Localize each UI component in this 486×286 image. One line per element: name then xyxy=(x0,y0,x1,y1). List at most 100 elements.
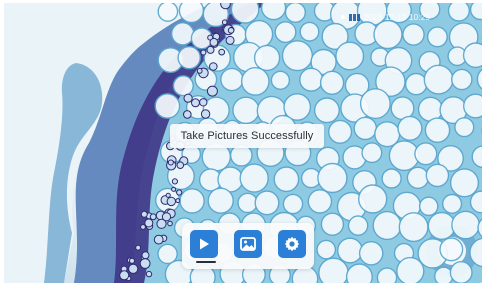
cell xyxy=(454,117,475,138)
small-cell xyxy=(200,109,211,119)
active-indicator xyxy=(196,261,216,263)
cell xyxy=(172,75,194,97)
indicator-dot xyxy=(340,15,345,19)
cell xyxy=(317,162,348,194)
small-cell xyxy=(128,263,139,274)
cell xyxy=(273,166,300,193)
cell xyxy=(179,188,205,214)
cell xyxy=(353,116,378,141)
cell xyxy=(335,41,365,71)
small-cell xyxy=(149,213,157,221)
cell xyxy=(361,142,383,164)
cell xyxy=(230,3,260,24)
small-cell xyxy=(206,85,218,97)
cell xyxy=(397,115,423,141)
small-cell xyxy=(199,98,208,107)
small-cell xyxy=(176,189,183,196)
cell xyxy=(358,184,388,214)
cell xyxy=(439,237,464,262)
cell xyxy=(462,42,482,69)
toast-text: Take Pictures Successfully xyxy=(180,130,314,142)
cell xyxy=(426,26,448,48)
cell xyxy=(299,67,324,92)
cell xyxy=(313,97,340,124)
small-cell xyxy=(171,178,178,185)
small-cell xyxy=(135,244,142,251)
small-cell xyxy=(141,251,150,260)
image-icon xyxy=(240,237,256,251)
small-cell xyxy=(128,257,136,264)
cell xyxy=(282,193,304,215)
small-cell xyxy=(218,48,226,56)
small-cell xyxy=(161,212,172,222)
cell xyxy=(260,3,287,21)
small-cell xyxy=(196,68,203,74)
cell xyxy=(253,44,281,72)
cell xyxy=(463,93,482,119)
cell xyxy=(451,210,480,240)
small-cell xyxy=(206,45,215,54)
cell xyxy=(220,67,244,92)
cell xyxy=(281,40,313,72)
cell xyxy=(425,163,450,188)
gear-icon xyxy=(284,236,300,252)
settings-button[interactable] xyxy=(278,230,306,258)
cell xyxy=(274,21,297,44)
small-cell xyxy=(167,159,174,166)
cell xyxy=(449,168,480,198)
battery-icon xyxy=(348,13,360,21)
small-cell xyxy=(183,110,192,119)
small-cell xyxy=(166,196,177,207)
cell xyxy=(178,3,205,24)
cell xyxy=(328,119,353,144)
cell xyxy=(398,212,429,243)
cell xyxy=(358,240,384,266)
cell xyxy=(447,3,470,22)
cell xyxy=(337,237,364,264)
toast-message: Take Pictures Successfully xyxy=(170,124,324,148)
small-cell xyxy=(153,234,164,245)
small-cell xyxy=(183,93,193,103)
small-cell xyxy=(144,218,154,228)
playback-button[interactable] xyxy=(190,230,218,258)
cell xyxy=(284,3,306,23)
cell xyxy=(359,88,391,120)
cell xyxy=(372,210,402,241)
small-cell xyxy=(171,186,177,192)
cell xyxy=(232,96,260,125)
cell xyxy=(154,93,181,119)
cell xyxy=(299,21,320,42)
cell xyxy=(404,72,428,96)
cell xyxy=(376,267,398,283)
play-icon xyxy=(200,238,209,250)
small-cell xyxy=(145,270,153,278)
cell xyxy=(450,68,473,91)
cell xyxy=(423,64,454,95)
small-cell xyxy=(225,35,235,45)
small-cell xyxy=(209,37,219,47)
small-cell xyxy=(140,210,148,218)
small-cell xyxy=(209,62,218,71)
cell xyxy=(318,257,349,283)
cell xyxy=(239,163,269,193)
small-cell xyxy=(165,192,171,198)
small-cell xyxy=(139,258,151,269)
cell xyxy=(237,192,258,214)
cell xyxy=(207,187,234,214)
small-cell xyxy=(227,27,235,34)
cell xyxy=(177,45,201,70)
cell xyxy=(316,239,337,260)
cell xyxy=(414,142,438,166)
status-bar: 2023-12-12 10:25 xyxy=(340,12,430,22)
cell xyxy=(170,21,195,46)
small-cell xyxy=(220,3,231,10)
small-cell xyxy=(200,49,207,56)
status-time: 2023-12-12 10:25 xyxy=(363,12,430,22)
cell xyxy=(449,261,473,283)
cell xyxy=(345,263,373,283)
cell xyxy=(427,211,456,240)
gallery-button[interactable] xyxy=(234,230,262,258)
cell xyxy=(418,196,439,217)
cell xyxy=(157,3,179,22)
cell xyxy=(270,70,291,91)
